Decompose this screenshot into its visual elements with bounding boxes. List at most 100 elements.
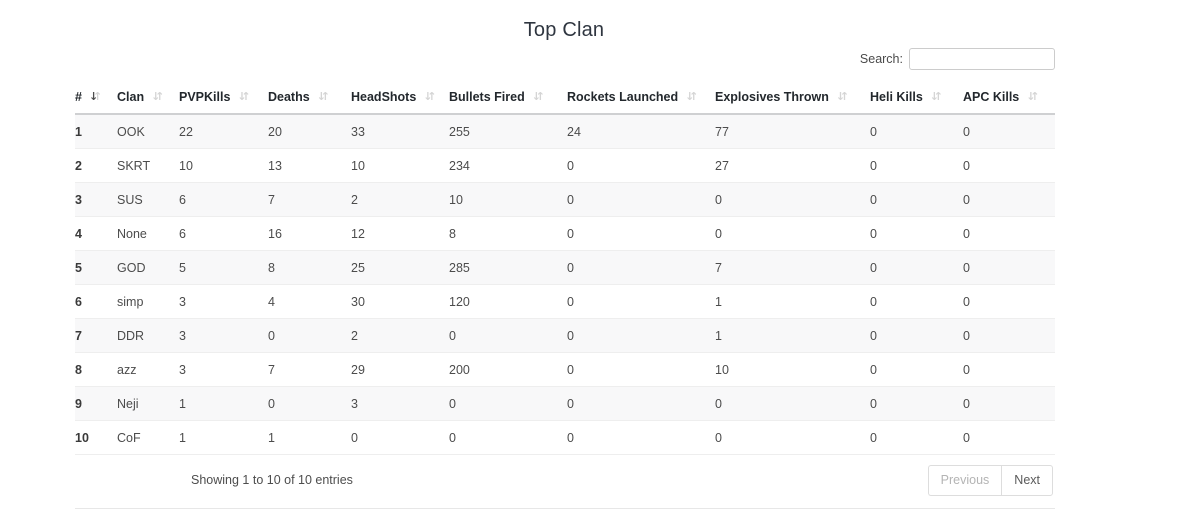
column-header-bullets-fired[interactable]: Bullets Fired ↓ ↑ (449, 90, 567, 115)
column-label-bullets-fired: Bullets Fired (449, 90, 525, 104)
sort-icon-heli-kills[interactable]: ↓ ↑ (930, 91, 943, 103)
cell-apc-kills: 0 (963, 216, 1055, 251)
sort-up-icon: ↑ (839, 90, 850, 103)
cell-pvpkills: 6 (179, 216, 268, 251)
table-row: 7 DDR 3 0 2 0 0 1 0 0 (75, 318, 1055, 353)
cell-explosives-thrown: 1 (715, 318, 870, 353)
cell-bullets-fired: 255 (449, 124, 470, 139)
cell-heli-kills: 0 (870, 386, 963, 421)
column-header-explosives-thrown[interactable]: Explosives Thrown ↓ ↑ (715, 90, 870, 115)
cell-headshots: 29 (351, 352, 449, 387)
cell-rockets-launched: 24 (567, 124, 581, 139)
table-header-row: # ↓ ↑ Clan ↓ ↑ PVPKills ↓ ↑ Deaths ↓ ↑ H… (75, 90, 1055, 115)
cell-bullets-fired: 285 (449, 250, 567, 285)
cell-rank: 5 (75, 250, 117, 285)
cell-headshots: 0 (351, 420, 449, 455)
cell-rockets-launched: 0 (567, 148, 715, 183)
sort-icon-apc-kills[interactable]: ↓ ↑ (1026, 91, 1039, 103)
column-label-pvpkills: PVPKills (179, 90, 231, 104)
cell-explosives-thrown: 10 (715, 352, 870, 387)
search-label-wrap: Search: (860, 48, 1055, 70)
table-row: 8 azz 3 7 29 200 0 10 0 0 (75, 352, 1055, 387)
sort-icon-headshots[interactable]: ↓ ↑ (423, 91, 436, 103)
cell-apc-kills: 0 (963, 124, 970, 139)
cell-bullets-fired: 0 (449, 386, 567, 421)
table-row: 9 Neji 1 0 3 0 0 0 0 0 (75, 386, 1055, 421)
cell-rockets-launched: 0 (567, 386, 715, 421)
sort-icon-rockets-launched[interactable]: ↓ ↑ (685, 91, 698, 103)
cell-deaths: 1 (268, 420, 351, 455)
cell-apc-kills: 0 (963, 284, 1055, 319)
column-header-pvpkills[interactable]: PVPKills ↓ ↑ (179, 90, 268, 115)
table-row: 5 GOD 5 8 25 285 0 7 0 0 (75, 250, 1055, 285)
cell-headshots: 25 (351, 250, 449, 285)
column-label-apc-kills: APC Kills (963, 90, 1020, 104)
cell-deaths: 8 (268, 250, 351, 285)
cell-heli-kills: 0 (870, 352, 963, 387)
cell-pvpkills: 1 (179, 386, 268, 421)
cell-rockets-launched: 0 (567, 284, 715, 319)
search-input[interactable] (909, 48, 1055, 70)
column-header-headshots[interactable]: HeadShots ↓ ↑ (351, 90, 449, 115)
sort-up-icon: ↑ (155, 90, 165, 103)
table-row: 1 OOK 22 20 33 255 24 77 0 0 (75, 114, 1055, 149)
column-header-apc-kills[interactable]: APC Kills ↓ ↑ (963, 90, 1055, 115)
cell-clan: SKRT (117, 148, 179, 183)
column-label-rank: # (75, 90, 82, 104)
cell-heli-kills: 0 (870, 250, 963, 285)
column-label-clan: Clan (117, 90, 145, 104)
sort-icon-bullets-fired[interactable]: ↓ ↑ (532, 91, 545, 103)
cell-rockets-launched: 0 (567, 420, 715, 455)
cell-rockets-launched: 0 (567, 352, 715, 387)
next-page-button[interactable]: Next (1001, 465, 1053, 496)
cell-headshots: 30 (351, 284, 449, 319)
table-row: 10 CoF 1 1 0 0 0 0 0 0 (75, 420, 1055, 455)
page-root: Top Clan Search: # ↓ ↑ Clan ↓ ↑ PVPKills… (0, 0, 1200, 522)
cell-heli-kills: 0 (870, 420, 963, 455)
cell-clan: GOD (117, 250, 179, 285)
cell-clan: Neji (117, 386, 179, 421)
column-header-clan[interactable]: Clan ↓ ↑ (117, 90, 179, 115)
cell-pvpkills: 22 (179, 124, 193, 139)
cell-deaths: 13 (268, 148, 351, 183)
cell-explosives-thrown: 27 (715, 148, 870, 183)
sort-icon-deaths[interactable]: ↓ ↑ (317, 91, 330, 103)
cell-explosives-thrown: 77 (715, 124, 729, 139)
cell-heli-kills: 0 (870, 216, 963, 251)
cell-bullets-fired: 0 (449, 318, 567, 353)
sort-icon-clan[interactable]: ↓ ↑ (151, 91, 164, 103)
cell-deaths: 0 (268, 318, 351, 353)
cell-pvpkills: 6 (179, 182, 268, 217)
column-label-heli-kills: Heli Kills (870, 90, 923, 104)
cell-heli-kills: 0 (870, 284, 963, 319)
column-header-rockets-launched[interactable]: Rockets Launched ↓ ↑ (567, 90, 715, 115)
search-label: Search: (859, 52, 903, 66)
cell-explosives-thrown: 0 (715, 216, 870, 251)
cell-explosives-thrown: 0 (715, 420, 870, 455)
cell-pvpkills: 10 (179, 148, 268, 183)
cell-deaths: 4 (268, 284, 351, 319)
cell-rank: 8 (75, 352, 117, 387)
sort-icon-pvpkills[interactable]: ↓ ↑ (237, 91, 250, 103)
previous-page-button[interactable]: Previous (927, 465, 1002, 496)
cell-rank: 4 (75, 216, 117, 251)
cell-deaths: 20 (268, 124, 282, 139)
cell-heli-kills: 0 (870, 318, 963, 353)
column-header-heli-kills[interactable]: Heli Kills ↓ ↑ (870, 90, 963, 115)
entries-info: Showing 1 to 10 of 10 entries (191, 473, 353, 487)
table-row: 6 simp 3 4 30 120 0 1 0 0 (75, 284, 1055, 319)
cell-pvpkills: 5 (179, 250, 268, 285)
column-header-deaths[interactable]: Deaths ↓ ↑ (268, 90, 351, 115)
sort-up-icon: ↑ (427, 90, 437, 103)
sort-up-icon: ↑ (320, 90, 330, 103)
sort-icon-rank[interactable]: ↓ ↑ (89, 91, 102, 103)
cell-apc-kills: 0 (963, 352, 1055, 387)
sort-up-icon: ↑ (92, 90, 103, 103)
cell-headshots: 2 (351, 318, 449, 353)
column-header-rank[interactable]: # ↓ ↑ (75, 90, 117, 115)
sort-icon-explosives-thrown[interactable]: ↓ ↑ (836, 91, 849, 103)
sort-up-icon: ↑ (933, 90, 944, 103)
cell-bullets-fired: 200 (449, 352, 567, 387)
cell-clan: CoF (117, 420, 179, 455)
cell-explosives-thrown: 0 (715, 182, 870, 217)
